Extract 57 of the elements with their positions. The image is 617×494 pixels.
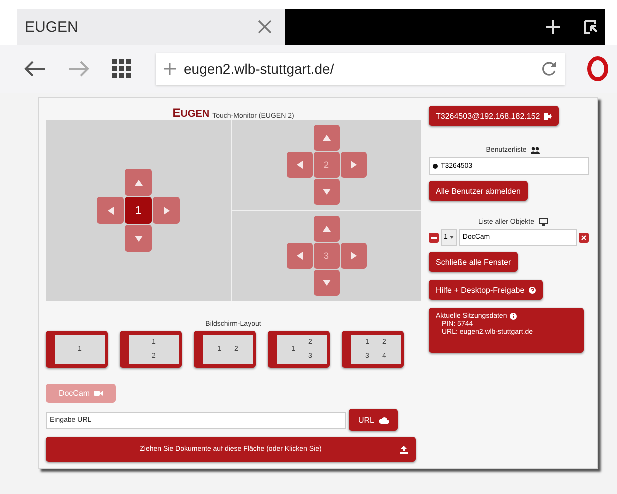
monitor-icon xyxy=(538,218,548,226)
close-button[interactable] xyxy=(579,232,589,242)
right-button[interactable] xyxy=(340,243,366,269)
arrow-left-icon xyxy=(296,161,302,169)
camera-icon xyxy=(94,390,104,397)
cloud-icon xyxy=(378,416,388,424)
speed-dial-icon[interactable] xyxy=(112,59,132,79)
left-button[interactable] xyxy=(286,243,312,269)
down-button[interactable] xyxy=(314,179,340,205)
close-all-button[interactable]: Schließe alle Fenster xyxy=(429,252,518,272)
close-icon xyxy=(581,234,587,240)
arrow-right-icon xyxy=(164,206,170,214)
screen-button[interactable]: 1 xyxy=(125,197,152,224)
arrow-right-icon xyxy=(350,161,356,169)
down-button[interactable] xyxy=(314,270,340,296)
right-button[interactable] xyxy=(340,152,366,178)
session-button[interactable]: T3264503@192.168.182.152 xyxy=(429,106,560,126)
opera-logo-icon[interactable] xyxy=(587,56,609,82)
url-button[interactable]: URL xyxy=(349,409,398,431)
sign-out-icon xyxy=(544,112,552,120)
question-icon xyxy=(528,286,536,294)
new-tab-icon[interactable] xyxy=(545,19,561,35)
info-icon xyxy=(510,313,518,320)
arrow-up-icon xyxy=(322,226,330,232)
up-button[interactable] xyxy=(314,125,340,151)
up-button[interactable] xyxy=(125,169,152,196)
right-button[interactable] xyxy=(153,197,180,224)
up-button[interactable] xyxy=(314,216,340,242)
reload-icon[interactable] xyxy=(541,61,557,77)
tabs-icon[interactable] xyxy=(583,19,599,35)
bullet-icon xyxy=(433,164,438,168)
upload-icon xyxy=(400,446,408,454)
close-icon[interactable] xyxy=(257,19,273,35)
arrow-up-icon xyxy=(134,180,142,186)
arrow-down-icon xyxy=(134,236,142,242)
arrow-right-icon xyxy=(350,252,356,260)
tab-title: EUGEN xyxy=(25,18,78,36)
address-field[interactable]: eugen2.wlb-stuttgart.de/ xyxy=(156,53,565,85)
arrow-left-icon xyxy=(296,252,302,260)
add-icon[interactable] xyxy=(164,63,176,75)
app-logo: EUGEN xyxy=(172,106,210,120)
arrow-down-icon xyxy=(322,189,330,195)
browser-tab[interactable]: EUGEN xyxy=(17,9,285,45)
back-icon[interactable] xyxy=(24,61,46,77)
minus-icon xyxy=(431,234,437,240)
remove-button[interactable] xyxy=(429,232,439,242)
down-button[interactable] xyxy=(125,225,152,252)
caret-icon xyxy=(450,236,454,239)
arrow-down-icon xyxy=(322,280,330,286)
arrow-up-icon xyxy=(322,135,330,141)
left-button[interactable] xyxy=(286,152,312,178)
arrow-left-icon xyxy=(108,206,114,214)
forward-icon[interactable] xyxy=(68,61,90,77)
logout-all-button[interactable]: Alle Benutzer abmelden xyxy=(429,181,528,201)
help-button[interactable]: Hilfe + Desktop-Freigabe xyxy=(429,280,543,300)
users-icon xyxy=(530,147,540,154)
left-button[interactable] xyxy=(97,197,124,224)
